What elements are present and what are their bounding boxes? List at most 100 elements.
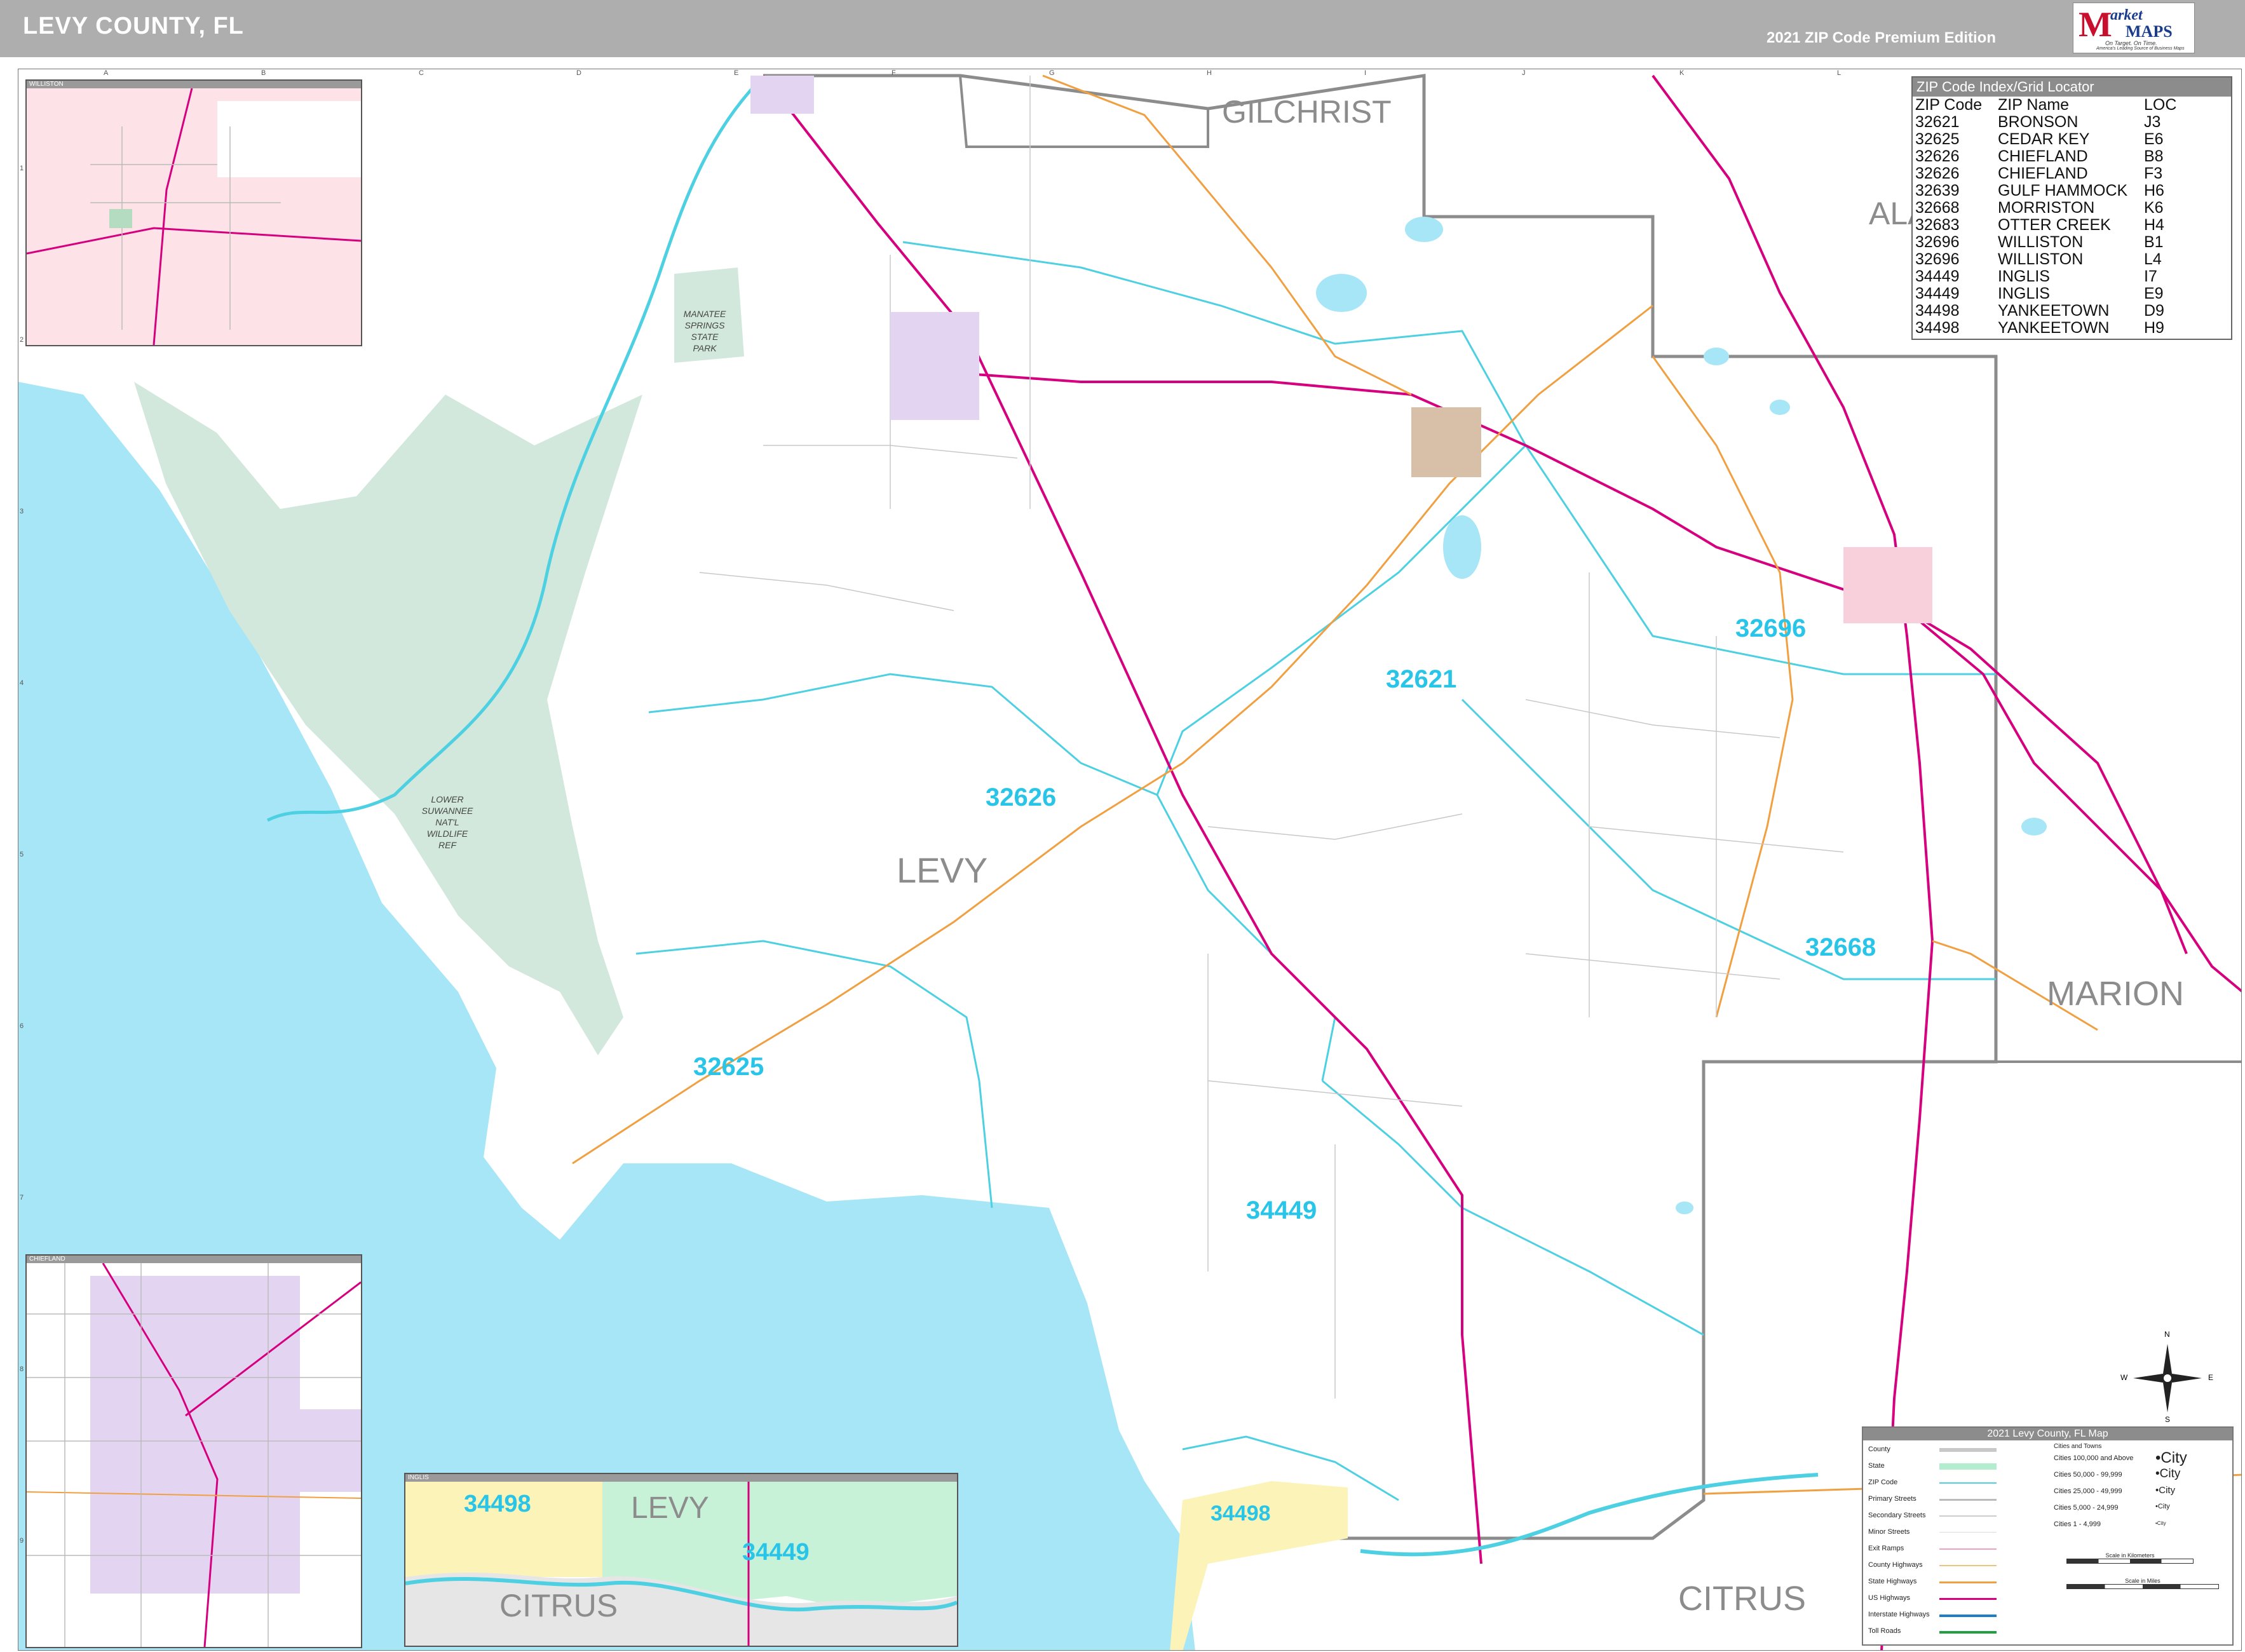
loc-cell: D9 — [2144, 302, 2164, 320]
legend-secondary-sample — [1939, 1515, 1997, 1517]
legend-state-sample — [1939, 1463, 1997, 1470]
grid-col-B: B — [261, 69, 266, 77]
lake-4 — [1704, 348, 1729, 365]
zip-index-title: ZIP Code Index/Grid Locator — [1913, 78, 2231, 97]
compass-e: E — [2208, 1373, 2214, 1382]
title-bar: LEVY COUNTY, FL 2021 ZIP Code Premium Ed… — [0, 0, 2245, 57]
legend-city-sample-4: •City — [2155, 1503, 2170, 1510]
table-row: 32625 CEDAR KEY E6 — [1915, 131, 2234, 148]
grid-col-A: A — [104, 69, 109, 77]
lake-6 — [2021, 818, 2047, 836]
name-cell: WILLISTON — [1998, 233, 2084, 251]
zip-label-34449: 34449 — [1246, 1196, 1317, 1224]
legend-interstate: Interstate Highways — [1868, 1611, 1930, 1618]
grid-row-3: 3 — [20, 508, 24, 515]
legend-zip-sample — [1939, 1482, 1997, 1484]
grid-col-I: I — [1364, 69, 1367, 77]
legend-scale-km-bar — [2066, 1559, 2194, 1564]
compass-w: W — [2120, 1373, 2128, 1382]
manatee-line-1: MANATEE — [683, 309, 726, 319]
name-cell: CEDAR KEY — [1998, 130, 2090, 148]
grid-col-H: H — [1207, 69, 1212, 77]
williston-inset[interactable]: WILLISTON — [25, 79, 362, 346]
county-label-gilchrist: GILCHRIST — [1222, 94, 1392, 130]
name-cell: YANKEETOWN — [1998, 302, 2110, 320]
legend-city-range-5: Cities 1 - 4,999 — [2054, 1520, 2101, 1528]
chiefland-inset[interactable]: CHIEFLAND — [25, 1254, 362, 1648]
name-cell: CHIEFLAND — [1998, 165, 2088, 182]
logo-mark: M — [2079, 5, 2112, 44]
zip-code-index: ZIP Code Index/Grid Locator ZIP Code ZIP… — [1911, 76, 2232, 340]
suwannee-line-3: NAT'L — [435, 817, 459, 827]
williston-inset-title: WILLISTON — [27, 81, 361, 88]
grid-row-5: 5 — [20, 851, 24, 858]
logo-slogan2: America's Leading Source of Business Map… — [2096, 46, 2185, 51]
legend-scale-mi-label: Scale in Miles — [2125, 1578, 2160, 1584]
loc-cell: I7 — [2144, 267, 2157, 285]
zip-index-col-name: ZIP Name — [1998, 96, 2070, 114]
legend-toll-sample — [1939, 1631, 1997, 1634]
name-cell: INGLIS — [1998, 267, 2050, 285]
loc-cell: H9 — [2144, 319, 2164, 337]
loc-cell: H6 — [2144, 182, 2164, 200]
name-cell: BRONSON — [1998, 113, 2079, 131]
legend-state-hwy-sample — [1939, 1581, 1997, 1583]
map-legend: 2021 Levy County, FL Map County State ZI… — [1862, 1426, 2234, 1646]
table-row: 32626 CHIEFLAND F3 — [1915, 165, 2234, 182]
suwannee-refuge-label: LOWER SUWANNEE NAT'L WILDLIFE REF — [412, 794, 482, 851]
loc-cell: E9 — [2144, 285, 2164, 302]
grid-row-2: 2 — [20, 336, 24, 344]
lake-7 — [1676, 1202, 1693, 1214]
grid-row-1: 1 — [20, 165, 24, 172]
inglis-zip-34449: 34449 — [742, 1539, 810, 1566]
name-cell: WILLISTON — [1998, 250, 2084, 268]
inglis-inset[interactable]: INGLIS 34498 LEVY 34449 CITRUS — [404, 1473, 958, 1647]
lake-3 — [1405, 217, 1443, 242]
grid-col-G: G — [1049, 69, 1055, 77]
table-row: 34498 YANKEETOWN H9 — [1915, 320, 2234, 337]
inglis-inset-title: INGLIS — [405, 1474, 957, 1482]
zip-index-col-loc: LOC — [2144, 96, 2177, 114]
table-row: 32626 CHIEFLAND B8 — [1915, 148, 2234, 165]
legend-city-range-1: Cities 100,000 and Above — [2054, 1454, 2134, 1462]
loc-cell: E6 — [2144, 130, 2164, 148]
lake-2 — [1316, 274, 1367, 312]
inglis-zip-34498: 34498 — [464, 1491, 531, 1517]
zip-cell: 34498 — [1915, 302, 1960, 320]
loc-cell: B8 — [2144, 147, 2164, 165]
compass-rose: N S W E — [2120, 1330, 2213, 1424]
zip-cell: 32683 — [1915, 216, 1960, 234]
legend-scale-km: Scale in Kilometers — [2066, 1552, 2194, 1564]
legend-county: County — [1868, 1446, 1890, 1453]
inglis-levy: LEVY — [631, 1491, 709, 1525]
grid-col-E: E — [734, 69, 739, 77]
logo-slogan1: On Target. On Time. — [2105, 40, 2157, 46]
table-row: 32639 GULF HAMMOCK H6 — [1915, 182, 2234, 200]
legend-us-hwy-sample — [1939, 1598, 1997, 1600]
name-cell: YANKEETOWN — [1998, 319, 2110, 337]
grid-col-labels: A B C D E F G H I J K L — [18, 69, 2241, 78]
zip-cell: 32625 — [1915, 130, 1960, 148]
county-label-citrus: CITRUS — [1678, 1580, 1806, 1618]
legend-secondary: Secondary Streets — [1868, 1512, 1926, 1519]
legend-city-sample-2: •City — [2155, 1467, 2181, 1480]
legend-scale-mi: Scale in Miles — [2066, 1578, 2219, 1589]
legend-city-range-3: Cities 25,000 - 49,999 — [2054, 1487, 2122, 1495]
legend-cities-title: Cities and Towns — [2054, 1443, 2102, 1450]
edition-label: 2021 ZIP Code Premium Edition — [1767, 29, 1996, 46]
zip-index-col-zip: ZIP Code — [1915, 96, 1983, 114]
name-cell: INGLIS — [1998, 285, 2050, 302]
market-maps-logo: M arket MAPS On Target. On Time. America… — [2073, 3, 2195, 53]
table-row: 32668 MORRISTON K6 — [1915, 200, 2234, 217]
suwannee-line-2: SUWANNEE — [421, 806, 473, 816]
zip-cell: 32696 — [1915, 250, 1960, 268]
legend-scale-km-label: Scale in Kilometers — [2105, 1552, 2155, 1559]
legend-state-hwy: State Highways — [1868, 1578, 1917, 1585]
legend-us-hwy: US Highways — [1868, 1594, 1911, 1602]
zip-label-32626: 32626 — [986, 783, 1057, 811]
table-row: 34449 INGLIS E9 — [1915, 285, 2234, 302]
manatee-line-3: STATE — [691, 332, 719, 342]
legend-county-hwy-sample — [1939, 1565, 1997, 1566]
loc-cell: K6 — [2144, 199, 2164, 217]
zip-label-32625: 32625 — [693, 1053, 764, 1081]
